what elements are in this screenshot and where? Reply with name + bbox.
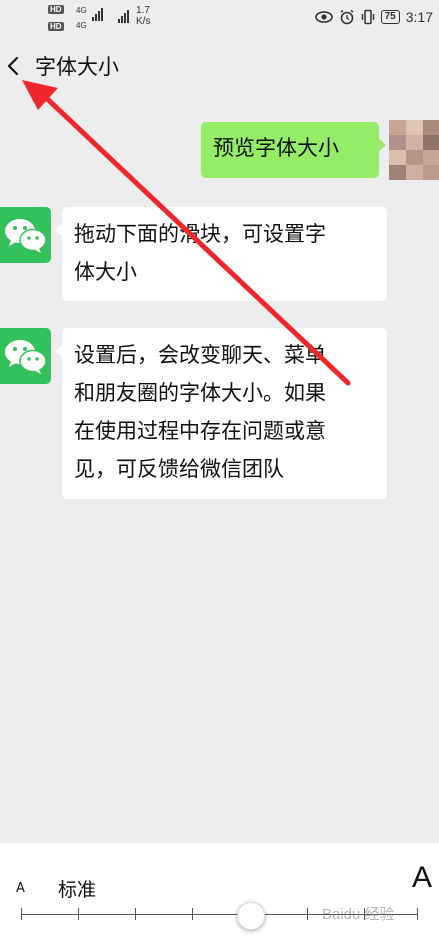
network-type: 4G <box>76 6 87 15</box>
status-right: 75 3:17 <box>314 9 433 25</box>
eye-icon <box>314 11 333 23</box>
slider-tick[interactable] <box>307 908 308 920</box>
slider-tick[interactable] <box>21 908 22 920</box>
signal-strength-icon <box>118 10 129 23</box>
status-bar: HD HD 4G 4G 1.7 K/s 75 3:17 <box>0 0 439 38</box>
message-line: 和朋友圈的字体大小。如果 <box>74 381 326 405</box>
message-line: 见，可反馈给微信团队 <box>74 457 284 481</box>
large-font-label: A <box>412 861 433 894</box>
slider-tick[interactable] <box>78 908 79 920</box>
network-type: 4G <box>76 21 87 30</box>
page-title: 字体大小 <box>35 55 119 79</box>
wechat-logo-icon <box>5 340 47 374</box>
watermark: Baidu 经验 <box>322 906 395 923</box>
message-line: 体大小 <box>74 260 137 284</box>
info-message-bubble: 设置后，会改变聊天、菜单 和朋友圈的字体大小。如果 在使用过程中存在问题或意 见… <box>55 328 387 499</box>
small-font-label: A <box>16 881 25 896</box>
network-speed: 1.7 K/s <box>136 5 151 27</box>
back-arrow-icon[interactable] <box>2 50 26 82</box>
message-line: 在使用过程中存在问题或意 <box>74 419 326 443</box>
font-size-slider-thumb[interactable] <box>237 902 265 930</box>
user-avatar <box>389 120 439 180</box>
battery-icon: 75 <box>380 10 400 24</box>
message-line: 设置后，会改变聊天、菜单 <box>74 343 326 367</box>
wechat-avatar <box>0 207 51 263</box>
wechat-logo-icon <box>5 219 47 253</box>
instruction-message-bubble: 拖动下面的滑块，可设置字 体大小 <box>55 207 387 301</box>
current-size-label: 标准 <box>58 879 97 901</box>
hd-badge: HD <box>48 5 64 14</box>
clock: 3:17 <box>405 9 433 25</box>
signal-strength-icon <box>92 8 103 21</box>
vibrate-icon <box>361 9 374 25</box>
slider-tick[interactable] <box>192 908 193 920</box>
message-line: 拖动下面的滑块，可设置字 <box>74 222 326 246</box>
slider-tick[interactable] <box>417 908 418 920</box>
font-size-panel: A 标准 A Baidu 经验 <box>0 843 439 946</box>
alarm-icon <box>340 9 354 25</box>
preview-message-bubble: 预览字体大小 <box>201 122 386 178</box>
nav-header: 字体大小 <box>0 38 439 96</box>
hd-badge: HD <box>48 22 64 31</box>
wechat-avatar <box>0 328 51 384</box>
slider-tick[interactable] <box>135 908 136 920</box>
message-text: 预览字体大小 <box>213 136 339 160</box>
